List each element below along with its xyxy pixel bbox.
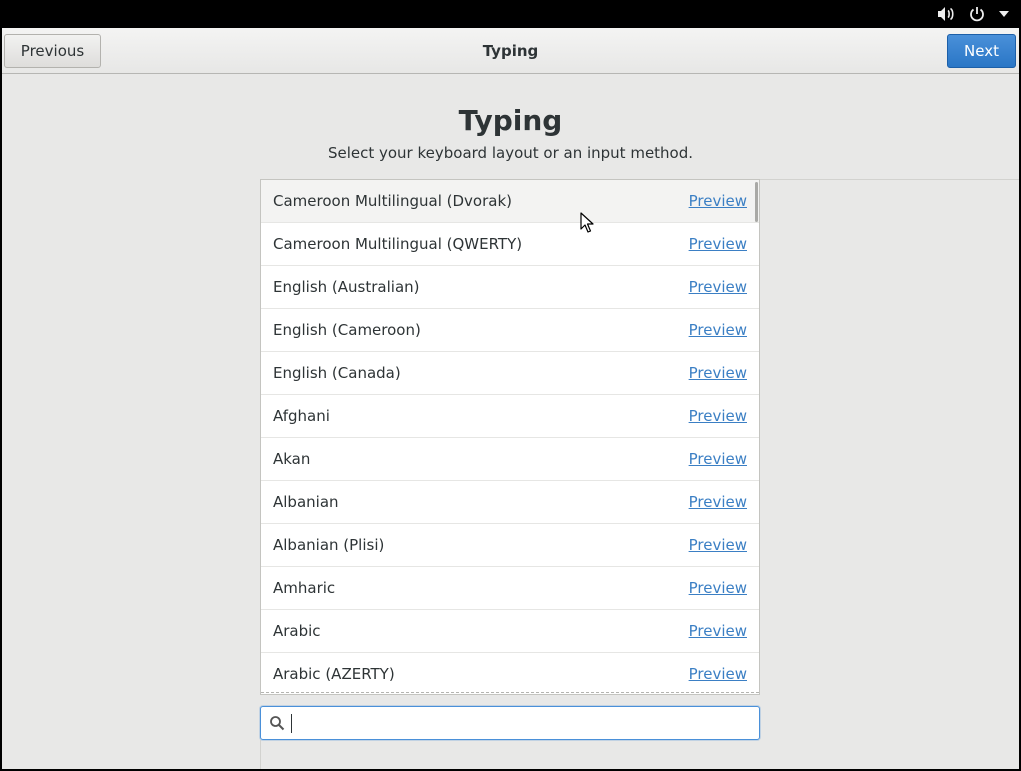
divider [760,179,1019,180]
list-item[interactable]: Cameroon Multilingual (QWERTY) Preview [261,223,759,266]
system-tray[interactable] [937,4,1009,24]
layout-name: Arabic (AZERTY) [273,665,395,683]
layout-name: Akan [273,450,311,468]
text-caret [291,714,292,733]
preview-link[interactable]: Preview [689,364,747,382]
top-bar [0,0,1021,28]
list-item[interactable]: English (Canada) Preview [261,352,759,395]
page-title: Typing [458,104,563,137]
preview-link[interactable]: Preview [689,278,747,296]
preview-link[interactable]: Preview [689,321,747,339]
layout-name: Cameroon Multilingual (QWERTY) [273,235,523,253]
preview-link[interactable]: Preview [689,579,747,597]
layout-name: English (Cameroon) [273,321,421,339]
list-item[interactable]: Albanian (Plisi) Preview [261,524,759,567]
next-button[interactable]: Next [947,34,1016,68]
list-item[interactable]: Afghani Preview [261,395,759,438]
search-icon [269,715,285,735]
layout-name: Albanian (Plisi) [273,536,385,554]
search-field[interactable] [260,706,760,740]
preview-link[interactable]: Preview [689,192,747,210]
setup-window: Previous Typing Next Typing Select your … [2,28,1019,769]
list-item[interactable]: Cameroon Multilingual (Dvorak) Preview [261,180,759,223]
list-item[interactable]: Amharic Preview [261,567,759,610]
list-item[interactable]: Akan Preview [261,438,759,481]
keyboard-layout-list[interactable]: Cameroon Multilingual (Dvorak) Preview C… [260,179,760,695]
layout-name: Afghani [273,407,330,425]
scrollbar[interactable] [755,182,758,222]
header-title: Typing [482,42,539,60]
list-item[interactable]: Arabic (AZERTY) Preview [261,653,759,694]
layout-name: Amharic [273,579,336,597]
page-subtitle: Select your keyboard layout or an input … [327,144,694,162]
layout-name: English (Australian) [273,278,420,296]
layout-name: Albanian [273,493,339,511]
list-item[interactable]: Albanian Preview [261,481,759,524]
preview-link[interactable]: Preview [689,665,747,683]
list-item[interactable]: English (Cameroon) Preview [261,309,759,352]
power-icon[interactable] [969,6,985,22]
layout-name: Cameroon Multilingual (Dvorak) [273,192,512,210]
list-item[interactable]: English (Australian) Preview [261,266,759,309]
divider [260,740,261,769]
preview-link[interactable]: Preview [689,493,747,511]
mouse-pointer-icon [580,212,594,238]
layout-name: English (Canada) [273,364,401,382]
preview-link[interactable]: Preview [689,407,747,425]
more-indicator [261,692,759,693]
search-input[interactable] [295,707,755,739]
preview-link[interactable]: Preview [689,536,747,554]
layout-name: Arabic [273,622,321,640]
preview-link[interactable]: Preview [689,450,747,468]
header-bar: Previous Typing Next [2,28,1019,74]
preview-link[interactable]: Preview [689,622,747,640]
list-item[interactable]: Arabic Preview [261,610,759,653]
preview-link[interactable]: Preview [689,235,747,253]
volume-icon[interactable] [937,6,955,22]
chevron-down-icon[interactable] [999,10,1009,18]
